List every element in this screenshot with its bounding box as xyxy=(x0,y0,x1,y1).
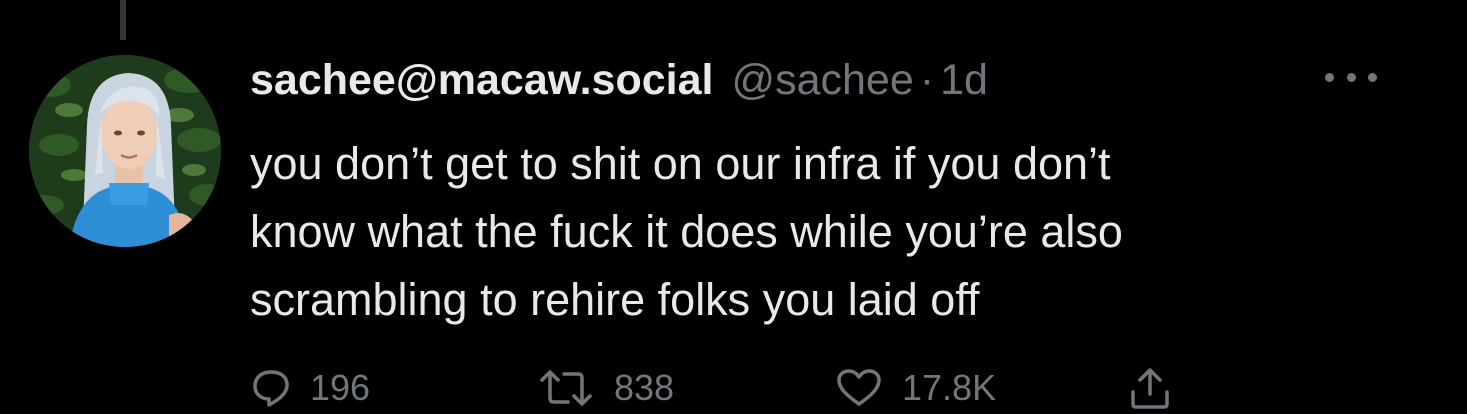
timestamp[interactable]: 1d xyxy=(940,56,988,105)
reply-count: 196 xyxy=(310,367,371,408)
tweet-text-line: you don’t get to shit on our infra if yo… xyxy=(250,138,1111,189)
reply-button[interactable]: 196 xyxy=(252,364,370,412)
heart-icon xyxy=(837,369,881,406)
tweet-header: sachee@macaw.social @sachee · 1d xyxy=(250,56,988,112)
tweet-text-line: know what the fuck it does while you’re … xyxy=(250,206,1123,257)
display-name[interactable]: sachee@macaw.social xyxy=(250,56,713,105)
tweet-text-line: scrambling to rehire folks you laid off xyxy=(250,274,980,325)
reply-icon xyxy=(253,370,289,407)
like-count: 17.8K xyxy=(902,367,997,408)
retweet-button[interactable]: 838 xyxy=(538,364,674,412)
more-dot xyxy=(1346,72,1356,82)
more-icon[interactable] xyxy=(1325,62,1377,92)
user-handle[interactable]: @sachee xyxy=(731,56,913,105)
tweet-text: you don’t get to shit on our infra if yo… xyxy=(250,130,1390,334)
thread-connector-line xyxy=(120,0,126,40)
avatar[interactable] xyxy=(29,55,221,247)
share-icon xyxy=(1131,368,1169,409)
like-button[interactable]: 17.8K xyxy=(836,364,996,412)
more-dot xyxy=(1368,72,1377,82)
separator-dot: · xyxy=(919,56,935,104)
avatar-image xyxy=(29,55,221,247)
retweet-icon xyxy=(540,370,592,406)
more-dot xyxy=(1325,72,1334,82)
retweet-count: 838 xyxy=(614,367,675,408)
tweet-actions: 196 838 17.8K xyxy=(252,360,1252,414)
share-button[interactable] xyxy=(1128,364,1172,412)
